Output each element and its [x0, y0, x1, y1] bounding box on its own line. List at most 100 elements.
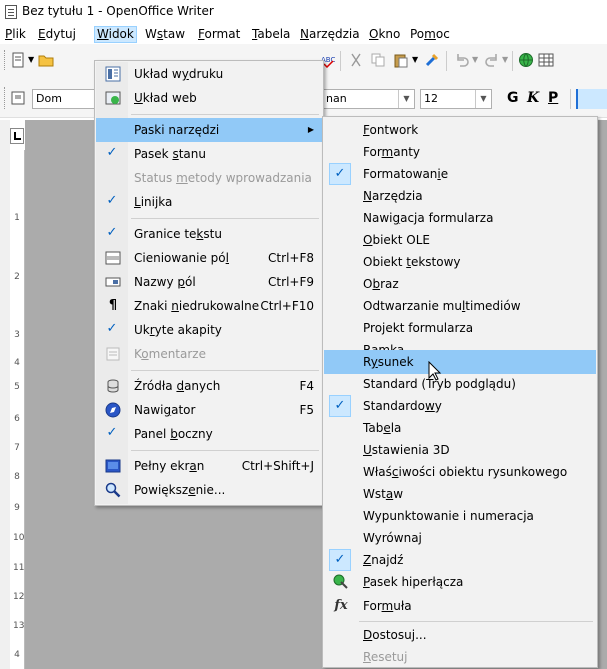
menu-item-field-names[interactable]: Nazwy pól Ctrl+F9	[96, 270, 322, 294]
menu-wstaw[interactable]: Wstaw	[143, 27, 187, 43]
submenu-item-3d-settings[interactable]: Ustawienia 3D	[324, 438, 596, 462]
underline-button[interactable]: P	[548, 90, 558, 106]
menu-plik[interactable]: Plik	[3, 27, 28, 43]
checkmark-icon: ✓	[106, 145, 118, 160]
open-folder-icon[interactable]	[38, 52, 54, 68]
menu-item-input-method-status[interactable]: Status metody wprowadzania	[96, 166, 322, 190]
submenu-item-bullets-numbering[interactable]: Wypunktowanie i numeracja	[324, 504, 596, 528]
new-dropdown-arrow-icon[interactable]: ▼	[28, 55, 34, 64]
field-names-icon	[105, 277, 121, 287]
bold-button[interactable]: G	[507, 90, 519, 106]
menu-item-hidden-paragraphs[interactable]: ✓ Ukryte akapity	[96, 318, 322, 342]
undo-dropdown-arrow-icon[interactable]: ▼	[472, 55, 478, 64]
table-icon[interactable]	[538, 52, 554, 68]
writer-document-icon	[5, 5, 17, 19]
checkmark-icon: ✓	[329, 395, 351, 417]
menu-item-print-layout[interactable]: Układ wydruku	[96, 62, 322, 86]
chevron-down-icon[interactable]: ▼	[475, 90, 491, 108]
submenu-item-find[interactable]: ✓ Znajdź	[324, 548, 596, 572]
window-title: Bez tytułu 1 - OpenOffice Writer	[22, 4, 214, 18]
tab-stop-type-button[interactable]	[10, 128, 24, 144]
submenu-item-text-object[interactable]: Obiekt tekstowy	[324, 250, 596, 274]
paste-icon[interactable]	[393, 52, 409, 68]
redo-dropdown-arrow-icon[interactable]: ▼	[502, 55, 508, 64]
copy-icon[interactable]	[370, 52, 386, 68]
redo-icon[interactable]	[484, 52, 500, 68]
menu-item-navigator[interactable]: Nawigator F5	[96, 398, 322, 422]
menu-pomoc[interactable]: Pomoc	[408, 27, 452, 43]
submenu-item-fontwork[interactable]: Fontwork	[324, 118, 596, 142]
menu-item-status-bar[interactable]: ✓ Pasek stanu	[96, 142, 322, 166]
navigator-icon	[105, 402, 121, 418]
menu-okno[interactable]: Okno	[367, 27, 402, 43]
comment-icon	[106, 347, 120, 361]
submenu-item-drawing[interactable]: Rysunek	[324, 350, 596, 374]
formula-fx-icon: fx	[334, 598, 348, 613]
menu-widok[interactable]: Widok	[94, 26, 137, 43]
menu-item-field-shading[interactable]: Cieniowanie pól Ctrl+F8	[96, 246, 322, 270]
menu-item-full-screen[interactable]: Pełny ekran Ctrl+Shift+J	[96, 454, 322, 478]
menu-format[interactable]: Format	[196, 27, 242, 43]
hyperlink-bar-icon	[333, 574, 348, 589]
font-size-combo[interactable]: 12 ▼	[420, 89, 492, 109]
submenu-item-formula[interactable]: fx Formuła	[324, 594, 596, 618]
menu-item-sidebar[interactable]: ✓ Panel boczny	[96, 422, 322, 446]
print-layout-icon	[105, 66, 121, 82]
styles-icon[interactable]	[10, 90, 26, 106]
submenu-item-standard[interactable]: ✓ Standardowy	[324, 394, 596, 418]
new-document-icon[interactable]	[10, 52, 26, 68]
database-icon	[107, 379, 119, 393]
submenu-item-ole-object[interactable]: Obiekt OLE	[324, 228, 596, 252]
checkmark-icon: ✓	[329, 549, 351, 571]
submenu-item-standard-view-mode[interactable]: Standard (Tryb podglądu)	[324, 372, 596, 396]
checkmark-icon: ✓	[106, 321, 118, 336]
zoom-icon	[105, 482, 121, 498]
chevron-down-icon[interactable]: ▼	[398, 90, 414, 108]
font-name-combo[interactable]: nan ▼	[322, 89, 415, 109]
submenu-item-drawing-object-properties[interactable]: Właściwości obiektu rysunkowego	[324, 460, 596, 484]
paragraph-style-combo[interactable]: Dom	[32, 89, 100, 109]
menu-narzedzia[interactable]: Narzędzia	[298, 27, 362, 43]
left-strip	[0, 120, 10, 669]
mouse-cursor-icon	[428, 361, 442, 381]
submenu-item-reset[interactable]: Resetuj	[324, 645, 596, 669]
view-menu: Układ wydruku Układ web Paski narzędzi ▶…	[94, 60, 324, 506]
paste-dropdown-arrow-icon[interactable]: ▼	[412, 55, 418, 64]
toolbars-submenu: Fontwork Formanty ✓ Formatowanie Narzędz…	[322, 116, 598, 668]
toolbar-grip[interactable]	[4, 87, 7, 109]
submenu-item-image[interactable]: Obraz	[324, 272, 596, 296]
menu-tabela[interactable]: Tabela	[250, 27, 292, 43]
cut-icon[interactable]	[348, 52, 364, 68]
submenu-item-table[interactable]: Tabela	[324, 416, 596, 440]
menu-item-toolbars[interactable]: Paski narzędzi ▶	[96, 118, 322, 142]
vertical-ruler[interactable]: 1 2 3 4 5 6 7 8 9 10 11 12 13 4	[10, 150, 25, 669]
menu-item-zoom[interactable]: Powiększenie...	[96, 478, 322, 502]
submenu-item-align[interactable]: Wyrównaj	[324, 526, 596, 550]
submenu-arrow-icon: ▶	[307, 125, 314, 134]
toolbar-grip[interactable]	[4, 50, 7, 70]
submenu-item-media-playback[interactable]: Odtwarzanie multimediów	[324, 294, 596, 318]
submenu-item-form-controls[interactable]: Formanty	[324, 140, 596, 164]
menu-item-web-layout[interactable]: Układ web	[96, 86, 322, 110]
menu-item-formatting-marks[interactable]: ¶ Znaki niedrukowalne Ctrl+F10	[96, 294, 322, 318]
undo-icon[interactable]	[454, 52, 470, 68]
menu-item-text-boundaries[interactable]: ✓ Granice tekstu	[96, 222, 322, 246]
submenu-item-form-design[interactable]: Projekt formularza	[324, 316, 596, 340]
submenu-item-insert[interactable]: Wstaw	[324, 482, 596, 506]
menu-item-ruler[interactable]: ✓ Linijka	[96, 190, 322, 214]
menu-edytuj[interactable]: Edytuj	[36, 27, 78, 43]
title-bar: Bez tytułu 1 - OpenOffice Writer	[0, 0, 607, 24]
submenu-item-formatting[interactable]: ✓ Formatowanie	[324, 162, 596, 186]
italic-button[interactable]: K	[527, 90, 539, 106]
checkmark-icon: ✓	[106, 425, 118, 440]
menu-item-data-sources[interactable]: Źródła danych F4	[96, 374, 322, 398]
hyperlink-globe-icon[interactable]	[518, 52, 534, 68]
submenu-item-customize[interactable]: Dostosuj...	[324, 623, 596, 647]
submenu-item-hyperlink-bar[interactable]: Pasek hiperłącza	[324, 570, 596, 594]
checkmark-icon: ✓	[329, 163, 351, 185]
align-left-button[interactable]	[576, 89, 607, 109]
clone-formatting-icon[interactable]	[424, 52, 440, 68]
menu-item-comments[interactable]: Komentarze	[96, 342, 322, 366]
submenu-item-form-navigation[interactable]: Nawigacja formularza	[324, 206, 596, 230]
submenu-item-tools[interactable]: Narzędzia	[324, 184, 596, 208]
